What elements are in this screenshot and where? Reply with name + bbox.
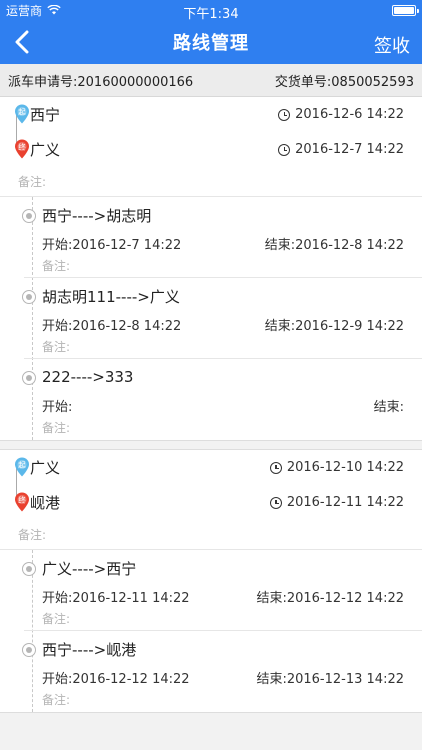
segment-remark: 备注: <box>42 340 71 354</box>
segment-times: 开始:2016-12-12 14:22 结束:2016-12-13 14:22 <box>42 667 404 687</box>
order-info-bar: 派车申请号:20160000000166 交货单号:0850052593 <box>0 64 422 97</box>
route-endpoints: 起广义 2016-12-10 14:22 终岘港 2016-12-11 14:22 <box>0 450 422 520</box>
battery-icon <box>392 4 419 16</box>
route-endpoints: 起西宁 2016-12-6 14:22 终广义 2016-12-7 14:22 <box>0 97 422 167</box>
origin-row: 起西宁 2016-12-6 14:22 <box>15 97 404 132</box>
page-title: 路线管理 <box>173 33 249 54</box>
route-segment[interactable]: 广义---->西宁开始:2016-12-11 14:22 结束:2016-12-1… <box>22 550 422 631</box>
clock-icon <box>269 496 282 509</box>
segment-remark: 备注: <box>42 259 71 273</box>
segment-title: 胡志明111---->广义 <box>42 287 180 306</box>
route-segment[interactable]: 西宁---->岘港开始:2016-12-12 14:22 结束:2016-12-1… <box>22 631 422 712</box>
route-remark: 备注: <box>0 520 422 550</box>
dispatch-info: 派车申请号:20160000000166 <box>8 71 193 90</box>
segment-start: 开始: <box>42 399 73 415</box>
delivery-info: 交货单号:0850052593 <box>275 71 414 90</box>
svg-text:起: 起 <box>18 460 26 469</box>
destination-row: 终广义 2016-12-7 14:22 <box>15 132 404 167</box>
segment-title: 西宁---->岘港 <box>42 640 137 659</box>
svg-text:终: 终 <box>18 141 26 151</box>
origin-time: 2016-12-10 14:22 <box>269 460 404 475</box>
segment-times: 开始:2016-12-8 14:22 结束:2016-12-9 14:22 <box>42 314 404 334</box>
carrier-label: 运营商 <box>6 3 43 18</box>
segment-remark: 备注: <box>42 612 71 626</box>
end-pin-icon: 终 <box>15 492 29 512</box>
destination-name: 岘港 <box>30 494 61 512</box>
route-segment[interactable]: 胡志明111---->广义 开始:2016-12-8 14:22 结束:2016-1… <box>22 278 422 359</box>
clock-icon <box>278 108 291 121</box>
route-remark: 备注: <box>0 167 422 197</box>
start-pin-icon: 起 <box>15 457 29 477</box>
segment-start: 开始:2016-12-8 14:22 <box>42 318 182 334</box>
segment-node-icon <box>22 209 36 223</box>
segment-start: 开始:2016-12-11 14:22 <box>42 590 190 606</box>
segment-end: 结束:2016-12-12 14:22 <box>256 590 404 606</box>
segment-end: 结束: <box>373 399 404 415</box>
segment-times: 开始: 结束: <box>42 395 404 415</box>
segment-end: 结束:2016-12-9 14:22 <box>264 318 404 334</box>
segment-node-icon <box>22 371 36 385</box>
origin-name: 西宁 <box>30 106 61 124</box>
sign-receipt-button[interactable]: 签收 <box>374 32 410 58</box>
segment-remark: 备注: <box>42 693 71 707</box>
segment-list: 西宁---->胡志明开始:2016-12-7 14:22 结束:2016-12-8… <box>0 197 422 440</box>
clock-icon <box>269 461 282 474</box>
destination-name: 广义 <box>30 141 61 159</box>
segment-title: 广义---->西宁 <box>42 559 137 578</box>
svg-text:起: 起 <box>18 107 26 116</box>
wifi-icon <box>47 5 61 15</box>
origin-row: 起广义 2016-12-10 14:22 <box>15 450 404 485</box>
delivery-number: 0850052593 <box>331 74 414 90</box>
route-card: 起西宁 2016-12-6 14:22 终广义 2016-12-7 14:22 备注: 西… <box>0 97 422 441</box>
segment-start: 开始:2016-12-12 14:22 <box>42 671 190 687</box>
clock-icon <box>278 143 291 156</box>
header: 运营商 下午1:34 路线管理 签收 <box>0 0 422 64</box>
back-button[interactable] <box>8 28 36 56</box>
delivery-label: 交货单号: <box>274 74 332 90</box>
dispatch-number: 20160000000166 <box>77 74 194 90</box>
end-pin-icon: 终 <box>15 139 29 159</box>
route-card: 起广义 2016-12-10 14:22 终岘港 2016-12-11 14:22 备注… <box>0 449 422 713</box>
segment-title: 222---->333 <box>42 368 134 386</box>
segment-end: 结束:2016-12-13 14:22 <box>256 671 404 687</box>
segment-end: 结束:2016-12-8 14:22 <box>264 237 404 253</box>
dispatch-label: 派车申请号: <box>8 74 78 90</box>
destination-time: 2016-12-11 14:22 <box>269 495 404 510</box>
route-segment[interactable]: 西宁---->胡志明开始:2016-12-7 14:22 结束:2016-12-8… <box>22 197 422 278</box>
route-list: 起西宁 2016-12-6 14:22 终广义 2016-12-7 14:22 备注: 西… <box>0 97 422 713</box>
segment-start: 开始:2016-12-7 14:22 <box>42 237 182 253</box>
segment-remark: 备注: <box>42 421 71 435</box>
origin-name: 广义 <box>30 459 61 477</box>
segment-node-icon <box>22 290 36 304</box>
origin-time: 2016-12-6 14:22 <box>278 107 404 122</box>
status-bar: 运营商 下午1:34 <box>0 0 422 22</box>
segment-times: 开始:2016-12-11 14:22 结束:2016-12-12 14:22 <box>42 586 404 606</box>
segment-node-icon <box>22 562 36 576</box>
route-segment[interactable]: 222---->333 开始: 结束: 备注: <box>22 359 422 440</box>
svg-text:终: 终 <box>18 494 26 504</box>
start-pin-icon: 起 <box>15 104 29 124</box>
chevron-left-icon <box>15 30 29 54</box>
nav-bar: 路线管理 签收 <box>0 20 422 64</box>
segment-list: 广义---->西宁开始:2016-12-11 14:22 结束:2016-12-1… <box>0 550 422 712</box>
segment-node-icon <box>22 643 36 657</box>
status-left: 运营商 <box>6 2 61 19</box>
segment-times: 开始:2016-12-7 14:22 结束:2016-12-8 14:22 <box>42 233 404 253</box>
destination-time: 2016-12-7 14:22 <box>278 142 404 157</box>
segment-title: 西宁---->胡志明 <box>42 206 152 225</box>
destination-row: 终岘港 2016-12-11 14:22 <box>15 485 404 520</box>
